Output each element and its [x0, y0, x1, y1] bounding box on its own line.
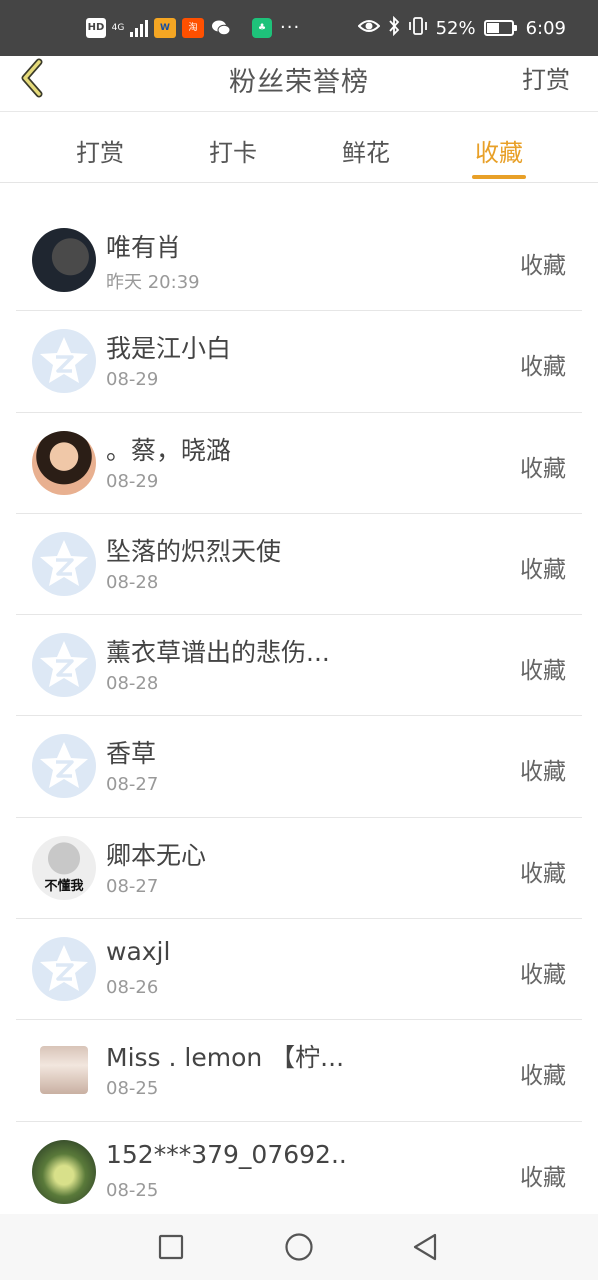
avatar: 不懂我 — [32, 835, 96, 900]
tab-reward[interactable]: 打赏 — [40, 113, 160, 183]
fan-name: waxjl — [106, 937, 171, 967]
system-nav-bar — [0, 1214, 598, 1280]
clock: 6:09 — [525, 17, 566, 39]
tab-label: 打卡 — [209, 139, 257, 167]
action-label: 收藏 — [520, 354, 566, 381]
fan-time: 08-27 — [106, 875, 159, 897]
tab-label: 收藏 — [475, 139, 523, 167]
network-type-icon: 4G — [111, 22, 125, 33]
fan-time: 昨天 20:39 — [106, 272, 200, 293]
fan-name: 唯有肖 — [106, 233, 182, 262]
tab-favorites[interactable]: 收藏 — [439, 113, 559, 183]
fan-list: 唯有肖 昨天 20:39 收藏 我是江小白 08-29 收藏 。蔡，晓潞 08-… — [16, 210, 582, 1223]
vibrate-icon — [408, 16, 428, 40]
recents-button[interactable] — [156, 1232, 186, 1262]
fan-name: 薰衣草谱出的悲伤... — [106, 638, 330, 668]
tab-flowers[interactable]: 鲜花 — [306, 113, 426, 183]
fan-time: 08-29 — [106, 369, 159, 391]
more-notifications-icon: ··· — [280, 17, 301, 38]
default-avatar-icon — [32, 531, 96, 596]
top-bar: 粉丝荣誉榜 打赏 — [0, 56, 598, 112]
list-item[interactable]: 不懂我 卿本无心 08-27 收藏 — [16, 818, 582, 920]
tab-checkin[interactable]: 打卡 — [173, 113, 293, 183]
list-item[interactable]: Miss . lemon 【柠... 08-25 收藏 — [16, 1020, 582, 1122]
list-item[interactable]: waxjl 08-26 收藏 — [16, 919, 582, 1021]
fan-name: 卿本无心 — [106, 840, 207, 870]
fan-time: 08-28 — [106, 673, 159, 695]
action-label: 收藏 — [520, 658, 566, 685]
list-item[interactable]: 坠落的炽烈天使 08-28 收藏 — [16, 514, 582, 616]
status-bar: HD 4G W 淘 ♣ ··· 52% 6:09 — [0, 0, 598, 56]
list-item[interactable]: 香草 08-27 收藏 — [16, 716, 582, 818]
action-label: 收藏 — [520, 759, 566, 786]
list-item[interactable]: 我是江小白 08-29 收藏 — [16, 311, 582, 413]
tab-label: 鲜花 — [342, 139, 390, 167]
action-label: 收藏 — [520, 253, 566, 279]
active-tab-indicator — [472, 175, 526, 179]
eye-icon — [357, 18, 380, 39]
fan-time: 08-29 — [106, 470, 159, 492]
fan-name: 香草 — [106, 739, 157, 769]
avatar — [40, 1046, 88, 1095]
wechat-icon — [210, 18, 232, 38]
home-button[interactable] — [284, 1232, 314, 1262]
reward-button[interactable]: 打赏 — [522, 60, 570, 95]
fan-time: 08-25 — [106, 1179, 159, 1201]
list-item[interactable]: 唯有肖 昨天 20:39 收藏 — [16, 210, 582, 312]
page-title: 粉丝荣誉榜 — [229, 67, 369, 98]
list-item[interactable]: 。蔡，晓潞 08-29 收藏 — [16, 413, 582, 514]
square-icon — [158, 1234, 184, 1260]
default-avatar-icon — [32, 937, 96, 1002]
default-avatar-icon — [32, 633, 96, 698]
default-avatar-icon — [32, 734, 96, 799]
bluetooth-icon — [388, 15, 400, 41]
circle-icon — [285, 1233, 313, 1261]
fan-name: 。蔡，晓潞 — [106, 435, 232, 465]
avatar-caption: 不懂我 — [44, 878, 84, 894]
action-label: 收藏 — [520, 1164, 566, 1191]
action-label: 收藏 — [520, 556, 566, 583]
fan-time: 08-26 — [106, 977, 159, 999]
default-avatar-icon — [32, 329, 96, 394]
action-label: 收藏 — [520, 1063, 566, 1090]
tab-label: 打赏 — [76, 139, 124, 167]
fan-time: 08-25 — [106, 1078, 159, 1100]
fan-time: 08-27 — [106, 774, 159, 796]
fan-name: 坠落的炽烈天使 — [106, 536, 282, 566]
action-label: 收藏 — [520, 962, 566, 989]
list-item[interactable]: 薰衣草谱出的悲伤... 08-28 收藏 — [16, 615, 582, 717]
fan-name: 我是江小白 — [106, 334, 232, 364]
avatar — [32, 228, 96, 292]
list-item[interactable]: 152***379_07692... 08-25 收藏 — [16, 1122, 582, 1223]
battery-icon — [483, 20, 517, 36]
game-icon: ♣ — [252, 18, 272, 38]
battery-percent: 52% — [435, 17, 476, 39]
action-label: 收藏 — [520, 455, 566, 482]
triangle-back-icon — [413, 1233, 437, 1261]
avatar — [32, 430, 96, 495]
tab-bar: 打赏 打卡 鲜花 收藏 — [0, 113, 598, 183]
fan-time: 08-28 — [106, 571, 159, 593]
action-label: 收藏 — [520, 860, 566, 887]
avatar — [32, 1139, 96, 1204]
nav-back-button[interactable] — [410, 1232, 440, 1262]
weibo-icon: W — [154, 18, 176, 38]
taobao-icon: 淘 — [182, 18, 204, 38]
signal-icon — [130, 19, 148, 37]
fan-name: 152***379_07692... — [106, 1139, 346, 1169]
hd-icon: HD — [86, 18, 106, 38]
fan-name: Miss . lemon 【柠... — [106, 1043, 345, 1073]
